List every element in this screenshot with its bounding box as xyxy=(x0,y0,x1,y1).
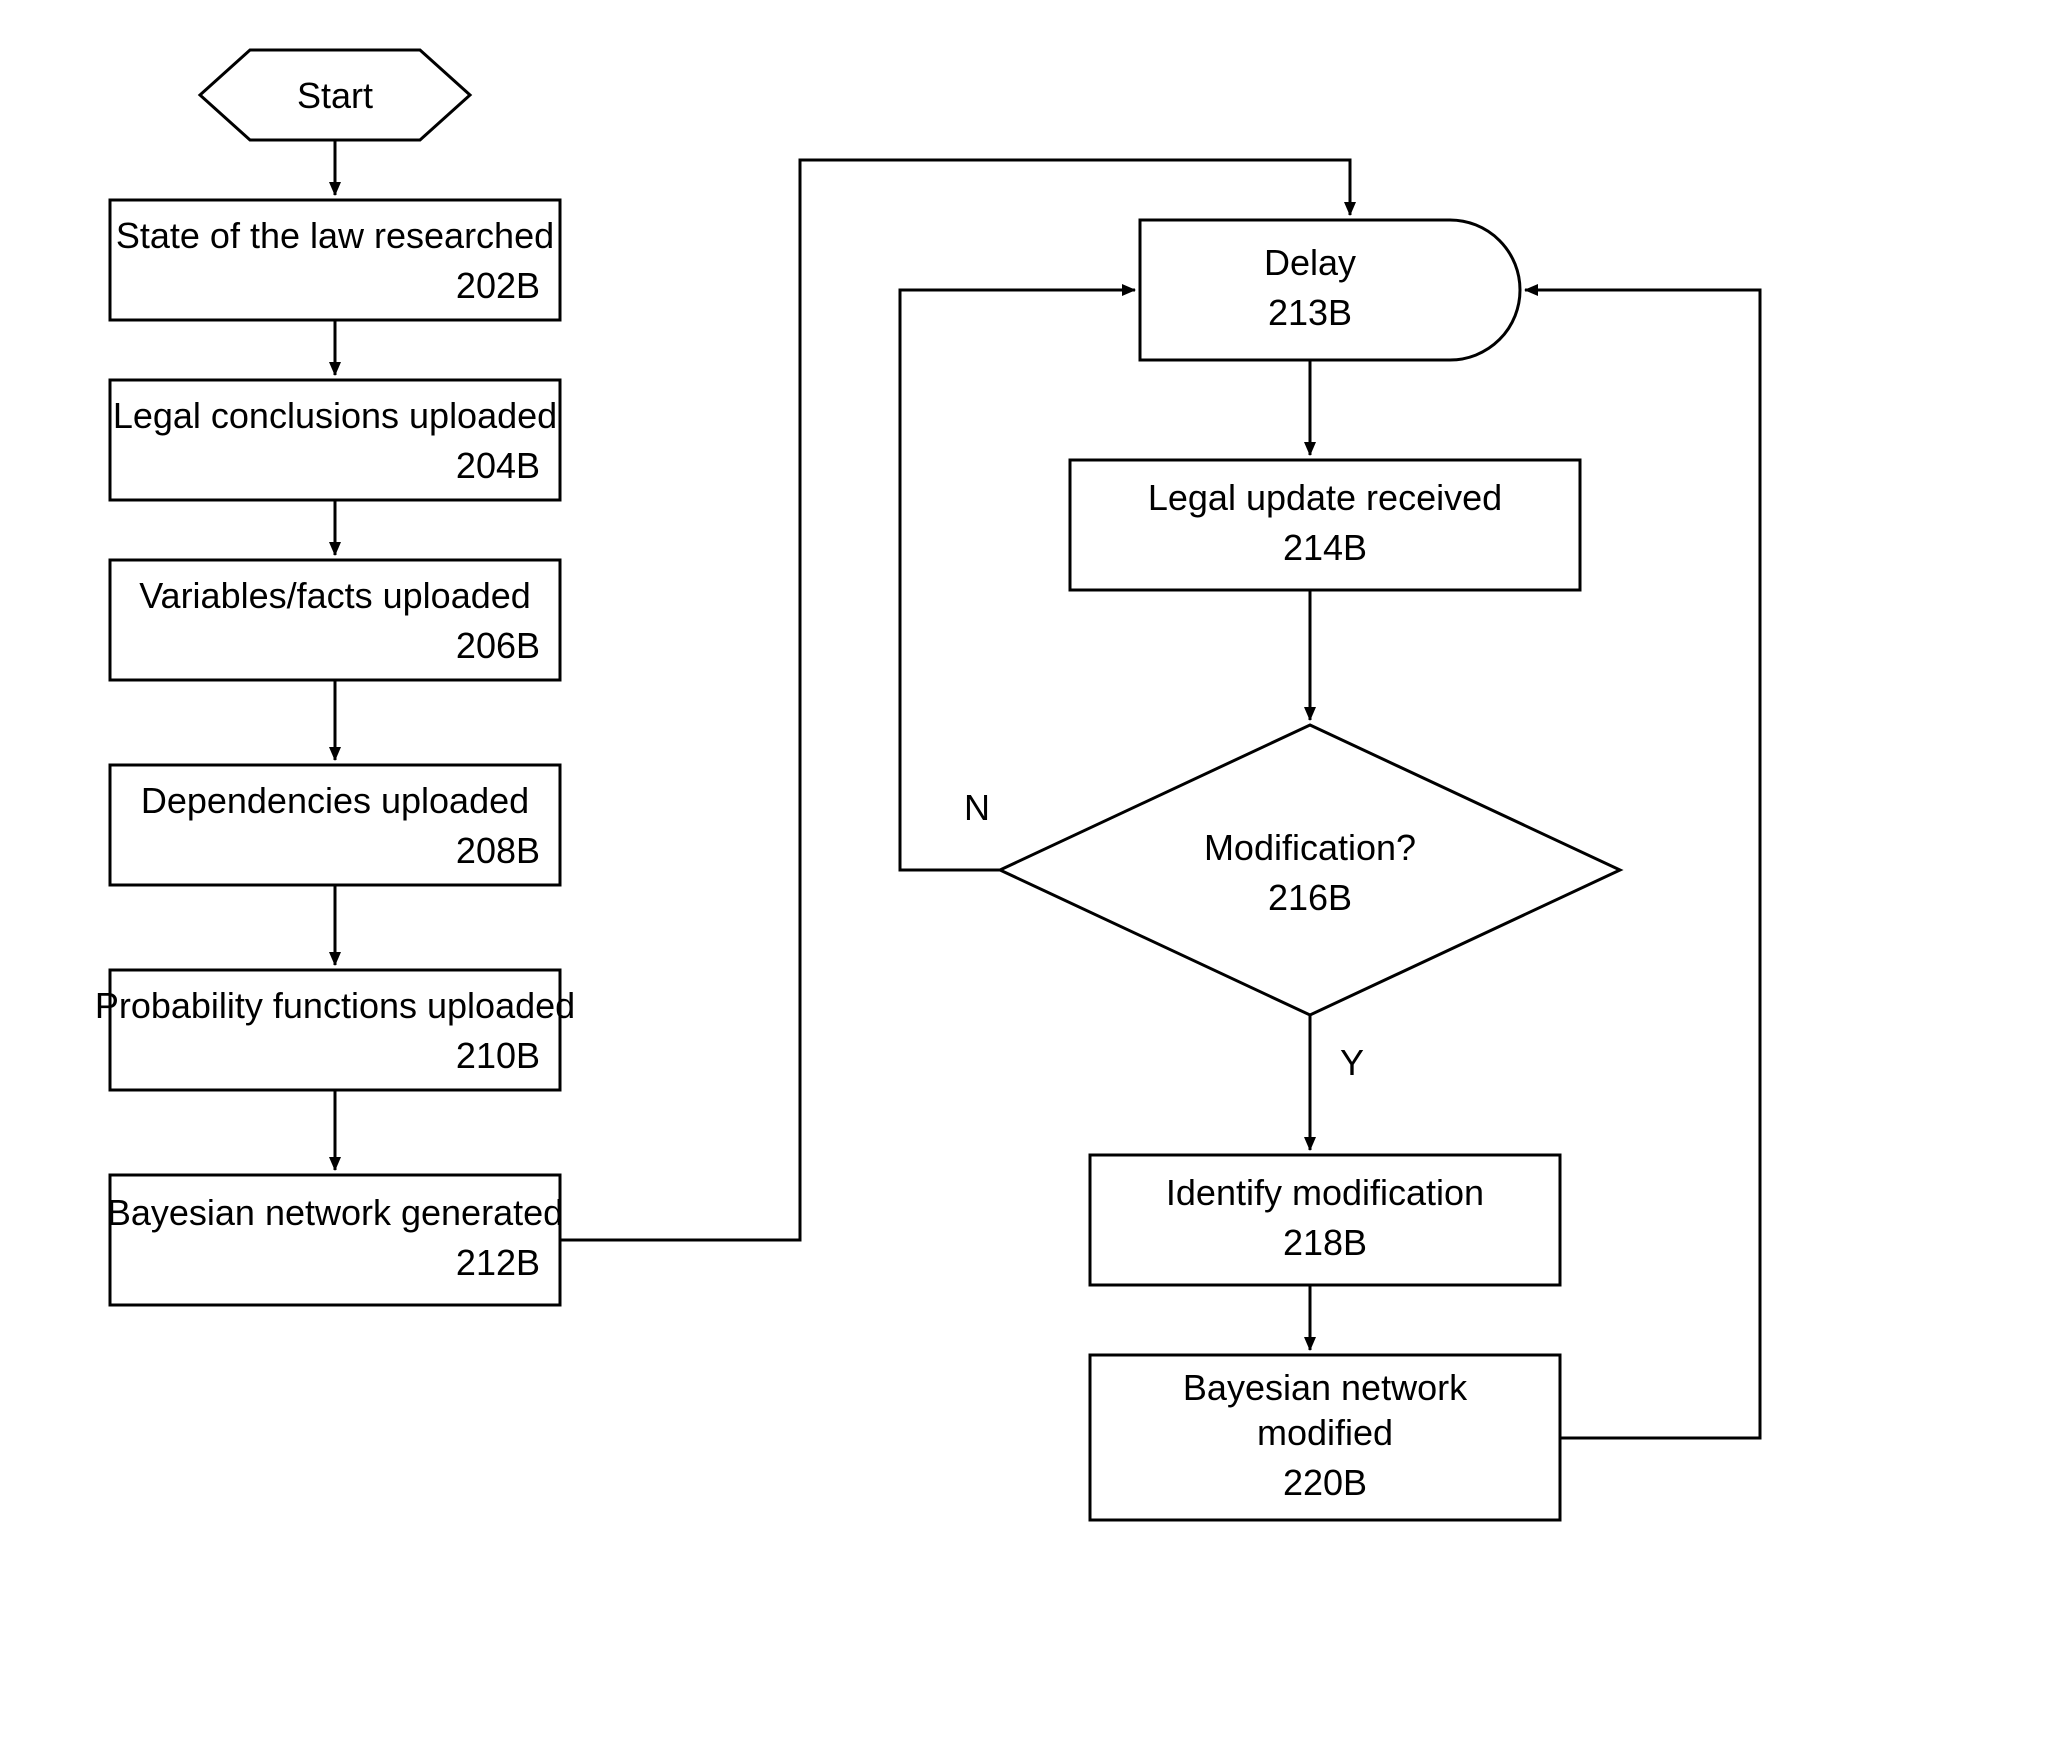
node-208b-text: Dependencies uploaded xyxy=(141,780,529,821)
flowchart: Start State of the law researched 202B L… xyxy=(0,0,2054,1743)
node-220b-id: 220B xyxy=(1283,1462,1367,1503)
node-216b-decision: Modification? 216B xyxy=(1000,725,1620,1015)
node-214b-text: Legal update received xyxy=(1148,477,1502,518)
node-210b-id: 210B xyxy=(456,1035,540,1076)
node-220b-text2: modified xyxy=(1257,1412,1393,1453)
node-220b-text1: Bayesian network xyxy=(1183,1367,1468,1408)
node-213b-text: Delay xyxy=(1264,242,1356,283)
node-212b: Bayesian network generated 212B xyxy=(107,1175,563,1305)
node-220b: Bayesian network modified 220B xyxy=(1090,1355,1560,1520)
node-204b-text: Legal conclusions uploaded xyxy=(113,395,557,436)
node-206b: Variables/facts uploaded 206B xyxy=(110,560,560,680)
start-terminator: Start xyxy=(200,50,470,140)
node-210b: Probability functions uploaded 210B xyxy=(95,970,575,1090)
node-204b: Legal conclusions uploaded 204B xyxy=(110,380,560,500)
node-218b-text: Identify modification xyxy=(1166,1172,1484,1213)
node-213b-delay: Delay 213B xyxy=(1140,220,1520,360)
node-208b: Dependencies uploaded 208B xyxy=(110,765,560,885)
node-204b-id: 204B xyxy=(456,445,540,486)
node-214b: Legal update received 214B xyxy=(1070,460,1580,590)
decision-no-label: N xyxy=(964,787,990,828)
start-label: Start xyxy=(297,75,373,116)
node-202b-text: State of the law researched xyxy=(116,215,554,256)
node-214b-id: 214B xyxy=(1283,527,1367,568)
node-206b-id: 206B xyxy=(456,625,540,666)
node-202b: State of the law researched 202B xyxy=(110,200,560,320)
node-213b-id: 213B xyxy=(1268,292,1352,333)
node-216b-text: Modification? xyxy=(1204,827,1416,868)
node-202b-id: 202B xyxy=(456,265,540,306)
node-206b-text: Variables/facts uploaded xyxy=(139,575,531,616)
decision-yes-label: Y xyxy=(1340,1042,1364,1083)
node-218b: Identify modification 218B xyxy=(1090,1155,1560,1285)
node-212b-id: 212B xyxy=(456,1242,540,1283)
node-212b-text: Bayesian network generated xyxy=(107,1192,563,1233)
node-216b-id: 216B xyxy=(1268,877,1352,918)
node-208b-id: 208B xyxy=(456,830,540,871)
node-210b-text: Probability functions uploaded xyxy=(95,985,575,1026)
node-218b-id: 218B xyxy=(1283,1222,1367,1263)
